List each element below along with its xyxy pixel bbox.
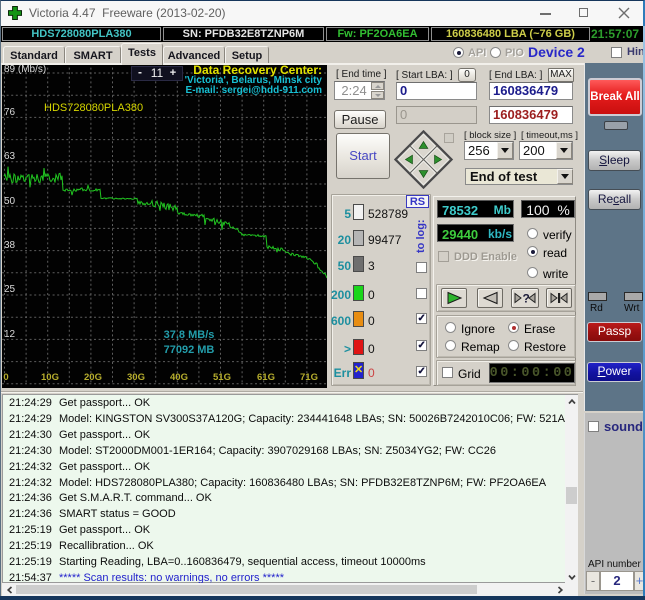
svg-text:?: ? — [523, 292, 530, 306]
